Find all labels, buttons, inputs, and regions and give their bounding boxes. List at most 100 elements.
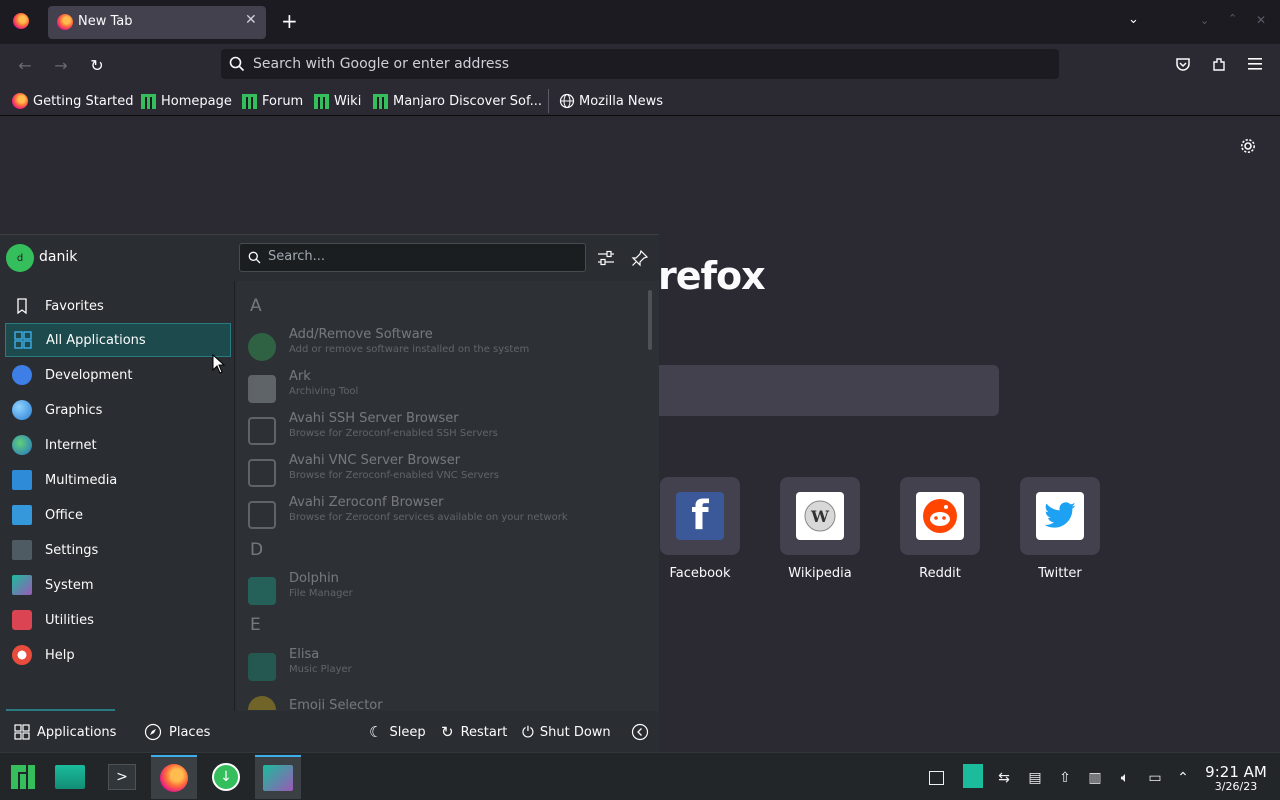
back-icon[interactable]: ← [14,54,36,76]
show-desktop-icon[interactable] [927,769,945,787]
shutdown-button[interactable]: ⏻ Shut Down [522,717,611,747]
category-development[interactable]: Development [5,358,231,392]
launcher-search-input[interactable]: Search... [239,243,586,272]
reload-icon[interactable]: ↻ [86,54,108,76]
pamac-task[interactable]: ↓ [208,759,244,795]
bookmark-homepage[interactable]: Homepage [141,91,232,111]
sleep-button[interactable]: ☾ Sleep [369,717,426,747]
office-icon [12,505,32,525]
taskbar: > ↓ ⇆ ▤ ⇧ ▥ 🔈︎ ▭ ⌃ 9:21 AM 3/26/23 [0,752,1280,800]
screenshot-task[interactable] [255,755,301,799]
app-avahi-ssh[interactable]: Avahi SSH Server Browser Browse for Zeroc… [246,411,646,453]
gear-icon[interactable] [1240,138,1256,154]
avatar[interactable]: d [6,244,34,272]
globe-icon [559,93,575,109]
app-add-remove-software[interactable]: Add/Remove Software Add or remove softwar… [246,327,646,369]
close-tab-icon[interactable]: ✕ [245,12,257,28]
bookmark-separator [548,89,549,113]
new-tab-icon[interactable]: + [281,9,298,33]
manjaro-icon [141,93,156,109]
app-avahi-vnc[interactable]: Avahi VNC Server Browser Browse for Zeroc… [246,453,646,495]
forward-icon[interactable]: → [50,54,72,76]
power-icon: ⏻ [522,723,534,741]
top-site-twitter[interactable]: Twitter [1020,477,1100,581]
kde-connect-icon[interactable]: ⇆ [995,769,1013,787]
tab-indicator [6,709,115,711]
url-placeholder: Search with Google or enter address [253,56,510,72]
scrollbar[interactable] [648,290,652,350]
close-window-icon[interactable]: ✕ [1256,13,1266,27]
app-elisa[interactable]: Elisa Music Player [246,647,646,689]
settings-icon [12,540,32,560]
home-search-box[interactable] [630,365,999,416]
tab-new-tab[interactable]: New Tab ✕ [48,6,266,39]
category-office[interactable]: Office [5,498,231,532]
extensions-icon[interactable] [1211,56,1227,72]
maximize-icon[interactable]: ⌃ [1228,12,1237,25]
collapse-chevron-icon[interactable] [631,723,649,741]
pocket-icon[interactable] [1175,56,1191,72]
top-site-label: Wikipedia [788,566,852,581]
mouse-cursor-icon [212,354,226,374]
terminal-task[interactable]: > [104,759,140,795]
app-emoji-selector[interactable]: Emoji Selector [246,690,646,710]
vault-icon[interactable] [962,763,984,789]
category-graphics[interactable]: Graphics [5,393,231,427]
bookmark-getting-started[interactable]: Getting Started [12,91,134,111]
grid-icon [14,331,32,349]
top-site-label: Reddit [919,566,961,581]
firefox-wordmark: refox [658,254,766,298]
manjaro-logo-icon [11,765,35,789]
firefox-task[interactable] [151,755,197,799]
minimize-icon[interactable]: ⌄ [1200,14,1209,27]
firefox-view-icon[interactable] [13,13,29,29]
category-system[interactable]: System [5,568,231,602]
category-favorites[interactable]: Favorites [5,289,231,323]
manjaro-icon [242,93,257,109]
places-tab[interactable]: Places [144,717,210,747]
search-icon [248,251,261,264]
restart-button[interactable]: ↻ Restart [441,717,507,747]
app-avahi-zeroconf[interactable]: Avahi Zeroconf Browser Browse for Zerocon… [246,495,646,537]
network-icon[interactable]: ▭ [1146,769,1164,787]
restart-icon: ↻ [441,723,454,741]
url-bar[interactable]: Search with Google or enter address [221,49,1059,79]
top-site-reddit[interactable]: Reddit [900,477,980,581]
update-icon[interactable]: ⇧ [1056,769,1074,787]
category-help[interactable]: Help [5,638,231,672]
bookmark-forum[interactable]: Forum [242,91,303,111]
application-launcher-button[interactable] [5,759,41,795]
network-icon [248,501,276,529]
bookmark-wiki[interactable]: Wiki [314,91,361,111]
category-settings[interactable]: Settings [5,533,231,567]
dolphin-task[interactable] [52,759,88,795]
bookmark-mozilla-news[interactable]: Mozilla News [559,91,663,111]
category-utilities[interactable]: Utilities [5,603,231,637]
network-icon [248,417,276,445]
category-internet[interactable]: Internet [5,428,231,462]
volume-icon[interactable]: 🔈︎ [1116,769,1134,787]
graphics-icon [12,400,32,420]
bookmark-manjaro-discover[interactable]: Manjaro Discover Sof... [373,91,542,111]
top-site-facebook[interactable]: f Facebook [660,477,740,581]
clock-time[interactable]: 9:21 AM [1200,763,1272,781]
clipboard-icon[interactable]: ▥ [1086,769,1104,787]
clock-date[interactable]: 3/26/23 [1200,780,1272,793]
facebook-icon: f [676,492,724,540]
search-placeholder: Search... [268,249,326,264]
list-tabs-chevron-icon[interactable]: ⌄ [1128,12,1139,27]
app-ark[interactable]: Ark Archiving Tool [246,369,646,411]
utilities-icon [12,610,32,630]
configure-icon[interactable] [597,249,615,267]
top-site-wikipedia[interactable]: W Wikipedia [780,477,860,581]
expand-tray-chevron-icon[interactable]: ⌃ [1174,769,1192,787]
pin-icon[interactable] [631,249,649,267]
app-dolphin[interactable]: Dolphin File Manager [246,571,646,613]
category-multimedia[interactable]: Multimedia [5,463,231,497]
category-all-applications[interactable]: All Applications [5,323,231,357]
notes-icon[interactable]: ▤ [1026,769,1044,787]
applications-tab[interactable]: Applications [14,717,116,747]
menu-hamburger-icon[interactable] [1248,57,1262,71]
manjaro-icon [314,93,329,109]
section-letter: D [250,540,264,560]
